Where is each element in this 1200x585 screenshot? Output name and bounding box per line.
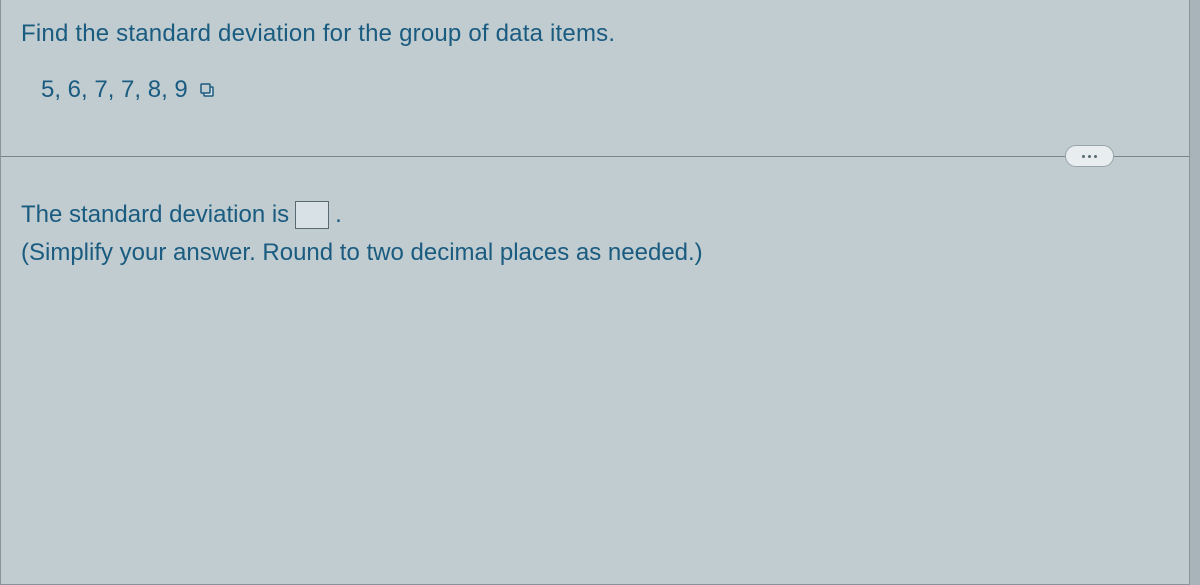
more-options-button[interactable] xyxy=(1065,145,1114,167)
divider-line xyxy=(1,156,1189,157)
answer-input[interactable] xyxy=(295,201,329,229)
dot-icon xyxy=(1082,155,1085,158)
copy-icon[interactable] xyxy=(198,81,216,99)
dot-icon xyxy=(1088,155,1091,158)
question-instruction: Find the standard deviation for the grou… xyxy=(21,20,1169,48)
dot-icon xyxy=(1094,155,1097,158)
answer-section: The standard deviation is . (Simplify yo… xyxy=(1,168,1189,289)
data-items-text: 5, 6, 7, 7, 8, 9 xyxy=(41,76,188,104)
section-divider xyxy=(1,144,1189,168)
answer-prefix: The standard deviation is xyxy=(21,198,289,232)
question-panel: Find the standard deviation for the grou… xyxy=(0,0,1190,585)
question-top-section: Find the standard deviation for the grou… xyxy=(1,0,1189,134)
answer-suffix: . xyxy=(335,198,342,232)
data-row: 5, 6, 7, 7, 8, 9 xyxy=(21,76,1169,104)
answer-line: The standard deviation is . xyxy=(21,198,1169,232)
answer-hint: (Simplify your answer. Round to two deci… xyxy=(21,236,1169,270)
